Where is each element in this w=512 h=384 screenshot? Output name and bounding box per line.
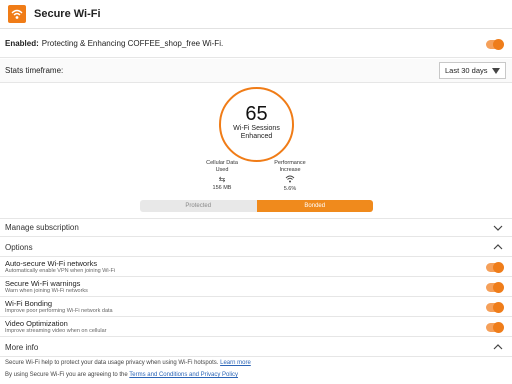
option-video-optimization: Video Optimization Improve streaming vid… — [0, 318, 512, 337]
app-title: Secure Wi-Fi — [34, 8, 101, 20]
option-warnings: Secure Wi-Fi warnings Warn when joining … — [0, 278, 512, 297]
option-auto-secure: Auto-secure Wi-Fi networks Automatically… — [0, 258, 512, 277]
metric-cellular-data: Cellular Data Used ⇆ 156 MB — [192, 160, 252, 192]
timeframe-select[interactable]: Last 30 days — [439, 62, 506, 79]
metric-label-line1: Cellular Data — [206, 160, 238, 166]
terms-info-line: By using Secure Wi-Fi you are agreeing t… — [5, 372, 238, 378]
manage-subscription-row[interactable]: Manage subscription — [0, 218, 512, 237]
option-subtitle: Improve streaming video when on cellular — [5, 328, 107, 334]
chevron-down-icon — [493, 225, 503, 231]
enabled-description: Protecting & Enhancing COFFEE_shop_free … — [41, 39, 224, 48]
terms-info-text: By using Secure Wi-Fi you are agreeing t… — [5, 372, 128, 378]
terms-link[interactable]: Terms and Conditions and Privacy Policy — [129, 372, 238, 378]
sessions-caption-line1: Wi-Fi Sessions — [233, 125, 280, 132]
option-bonding: Wi-Fi Bonding Improve poor performing Wi… — [0, 298, 512, 317]
mode-segmented-control: Protected Bonded — [140, 200, 373, 212]
metric-value: 156 MB — [212, 185, 232, 191]
option-subtitle: Improve poor performing Wi-Fi network da… — [5, 308, 113, 314]
protected-segment[interactable]: Protected — [140, 200, 257, 212]
metric-label-line1: Performance — [274, 160, 306, 166]
enabled-toggle[interactable] — [486, 39, 504, 50]
stats-timeframe-row: Stats timeframe: Last 30 days — [0, 59, 512, 83]
learn-more-link[interactable]: Learn more — [220, 360, 251, 366]
title-bar: Secure Wi-Fi — [0, 0, 512, 29]
wifi-shield-icon — [8, 5, 26, 23]
enabled-row: Enabled: Protecting & Enhancing COFFEE_s… — [0, 30, 512, 58]
bonding-toggle[interactable] — [486, 302, 504, 313]
option-title: Video Optimization — [5, 319, 68, 328]
toggle-knob — [493, 262, 504, 273]
auto-secure-toggle[interactable] — [486, 262, 504, 273]
metric-label-line2: Increase — [279, 167, 301, 173]
sessions-ring: 65 Wi-Fi Sessions Enhanced — [219, 87, 294, 162]
privacy-info-line: Secure Wi-Fi help to protect your data u… — [5, 360, 251, 366]
metric-performance: Performance Increase 5.6% — [260, 160, 320, 193]
option-subtitle: Warn when joining Wi-Fi networks — [5, 288, 88, 294]
timeframe-value: Last 30 days — [445, 66, 488, 75]
toggle-knob — [493, 282, 504, 293]
video-optimization-toggle[interactable] — [486, 322, 504, 333]
toggle-knob — [493, 302, 504, 313]
option-title: Auto-secure Wi-Fi networks — [5, 259, 98, 268]
more-info-header: More info — [5, 342, 39, 352]
wifi-icon — [260, 175, 320, 186]
options-header: Options — [5, 242, 33, 252]
toggle-knob — [493, 322, 504, 333]
data-arrows-icon: ⇆ — [218, 175, 226, 184]
dropdown-caret-icon — [492, 68, 500, 74]
sessions-count: 65 — [245, 103, 268, 125]
option-subtitle: Automatically enable VPN when joining Wi… — [5, 268, 116, 274]
chevron-up-icon — [493, 344, 503, 350]
more-info-row[interactable]: More info — [0, 338, 512, 357]
sessions-caption-line2: Enhanced — [240, 133, 273, 140]
chevron-up-icon — [493, 244, 503, 250]
manage-subscription-label: Manage subscription — [5, 223, 79, 232]
options-header-row[interactable]: Options — [0, 238, 512, 257]
metric-value: 5.6% — [283, 186, 297, 192]
option-title: Secure Wi-Fi warnings — [5, 279, 81, 288]
stats-timeframe-label: Stats timeframe: — [5, 66, 64, 75]
toggle-knob — [493, 39, 504, 50]
metric-label-line2: Used — [215, 167, 229, 173]
privacy-info-text: Secure Wi-Fi help to protect your data u… — [5, 360, 219, 366]
option-title: Wi-Fi Bonding — [5, 299, 53, 308]
warnings-toggle[interactable] — [486, 282, 504, 293]
enabled-label: Enabled: — [5, 39, 39, 48]
bonded-segment[interactable]: Bonded — [256, 200, 373, 212]
